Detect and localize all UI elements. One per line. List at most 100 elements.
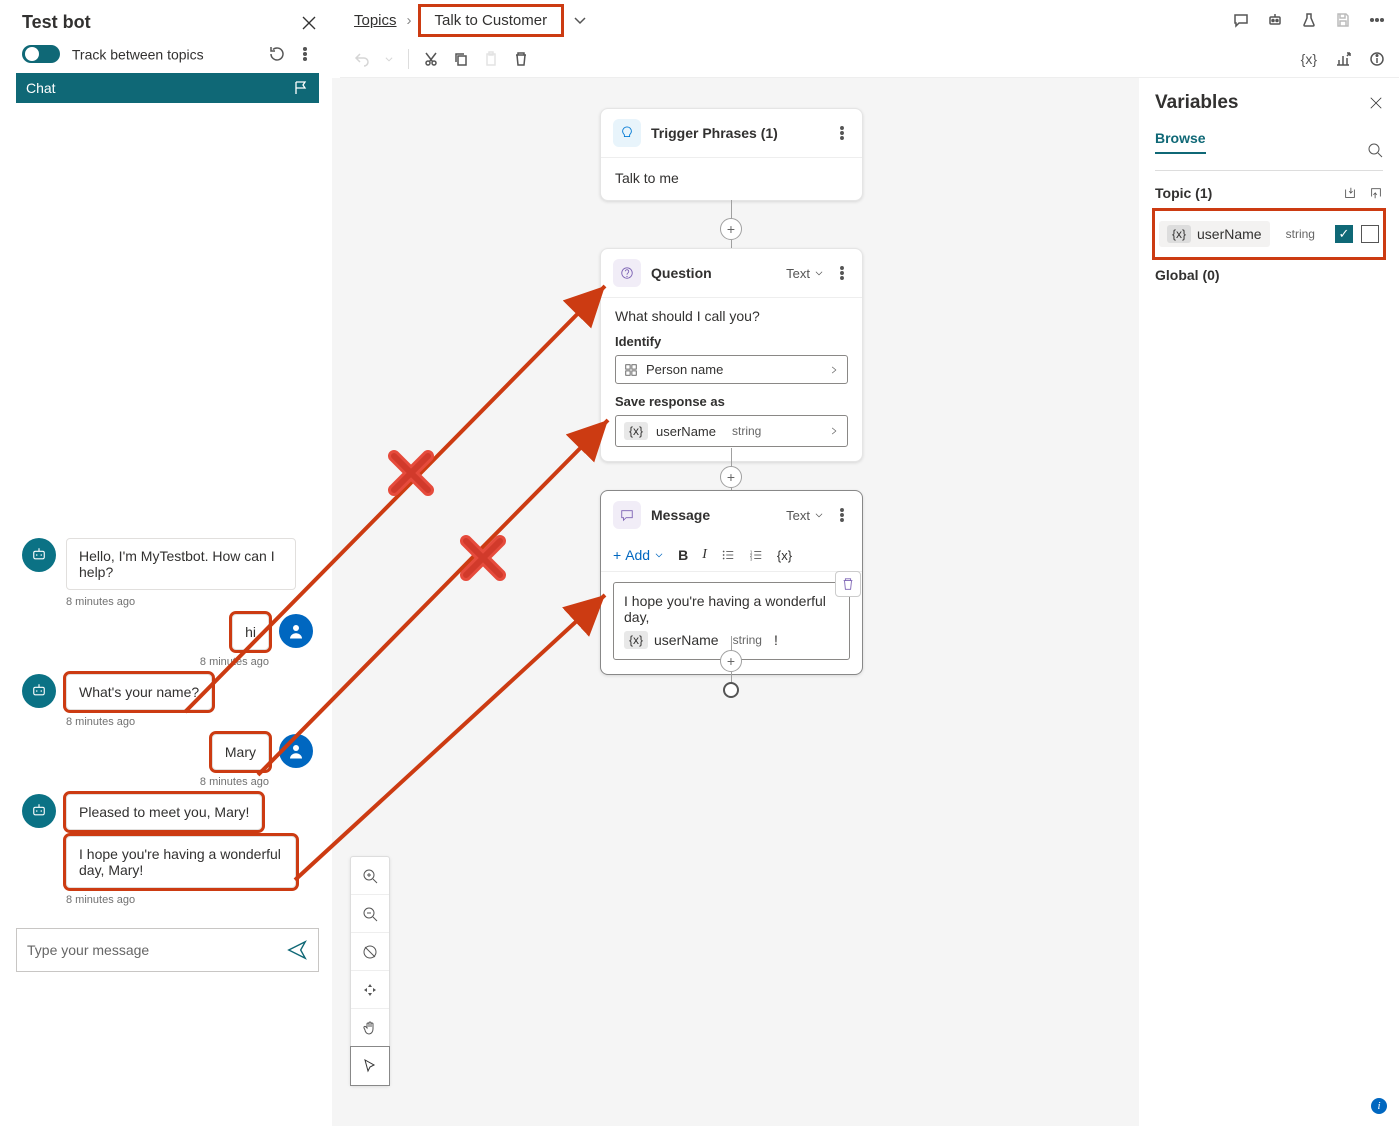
flag-icon[interactable] <box>293 80 309 96</box>
undo-dropdown-icon[interactable] <box>384 51 394 67</box>
variables-title: Variables <box>1155 92 1238 114</box>
variable-receive-checkbox[interactable]: ✓ <box>1335 225 1353 243</box>
bot-avatar-icon <box>22 538 56 572</box>
chevron-down-icon[interactable] <box>572 12 588 28</box>
zoom-fit-button[interactable] <box>351 933 389 971</box>
browse-tab[interactable]: Browse <box>1155 130 1206 154</box>
analytics-icon[interactable] <box>1335 51 1351 67</box>
track-toggle[interactable] <box>22 45 60 63</box>
variable-return-checkbox[interactable] <box>1361 225 1379 243</box>
entity-icon <box>624 363 638 377</box>
bot-message-block: Pleased to meet you, Mary! <box>22 794 313 830</box>
close-icon[interactable] <box>1369 96 1383 110</box>
breadcrumb-root[interactable]: Topics <box>354 12 397 29</box>
zoom-in-button[interactable] <box>351 857 389 895</box>
authoring-canvas[interactable]: Trigger Phrases (1) Talk to me + Questio… <box>332 78 1399 1126</box>
variable-brace-icon: {x} <box>624 631 648 649</box>
add-button[interactable]: + Add <box>613 547 664 563</box>
breadcrumb-current[interactable]: Talk to Customer <box>427 9 556 32</box>
test-bot-panel: Test bot Track between topics Chat Hello… <box>16 12 319 972</box>
question-icon <box>613 259 641 287</box>
bold-icon[interactable]: B <box>678 547 688 563</box>
trigger-node[interactable]: Trigger Phrases (1) Talk to me <box>600 108 863 201</box>
message-title: Message <box>651 507 710 523</box>
cut-icon[interactable] <box>423 51 439 67</box>
receive-icon[interactable] <box>1343 186 1357 200</box>
search-icon[interactable] <box>1367 142 1383 158</box>
breadcrumb-bar: Topics › Talk to Customer <box>340 0 1399 40</box>
number-list-icon[interactable]: 123 <box>749 548 763 562</box>
info-icon[interactable] <box>1369 51 1385 67</box>
zoom-out-button[interactable] <box>351 895 389 933</box>
question-type-selector[interactable]: Text <box>786 266 824 281</box>
bot-icon[interactable] <box>1267 12 1283 28</box>
return-icon[interactable] <box>1369 186 1383 200</box>
variable-row[interactable]: {x} userName string ✓ <box>1157 215 1381 253</box>
reset-icon[interactable] <box>269 46 285 62</box>
bot-message-block: I hope you're having a wonderful day, Ma… <box>22 836 313 906</box>
zoom-palette <box>350 856 390 1086</box>
user-avatar-icon <box>279 614 313 648</box>
reset-view-button[interactable] <box>351 971 389 1009</box>
delete-icon[interactable] <box>513 51 529 67</box>
message-type-selector[interactable]: Text <box>786 508 824 523</box>
bullet-list-icon[interactable] <box>721 548 735 562</box>
track-label: Track between topics <box>72 46 204 62</box>
identify-input[interactable]: Person name <box>615 355 848 384</box>
undo-icon[interactable] <box>354 51 370 67</box>
chat-body: Hello, I'm MyTestbot. How can I help? 8 … <box>16 103 319 972</box>
global-section-label: Global (0) <box>1155 267 1383 283</box>
save-icon[interactable] <box>1335 12 1351 28</box>
add-node-button[interactable]: + <box>720 466 742 488</box>
bot-message[interactable]: Hello, I'm MyTestbot. How can I help? <box>66 538 296 590</box>
end-node-icon <box>723 682 739 698</box>
chat-input[interactable]: Type your message <box>16 928 319 972</box>
svg-text:3: 3 <box>750 556 753 561</box>
trigger-phrase: Talk to me <box>615 170 679 186</box>
variable-brace-icon: {x} <box>624 422 648 440</box>
bot-message[interactable]: I hope you're having a wonderful day, Ma… <box>66 836 296 888</box>
more-vertical-icon[interactable] <box>834 125 850 141</box>
timestamp: 8 minutes ago <box>66 776 269 788</box>
add-node-button[interactable]: + <box>720 218 742 240</box>
send-icon[interactable] <box>286 939 308 961</box>
user-avatar-icon <box>279 734 313 768</box>
close-icon[interactable] <box>301 15 317 31</box>
user-message[interactable]: Mary <box>212 734 269 770</box>
info-badge-icon[interactable]: i <box>1371 1098 1387 1114</box>
question-node[interactable]: Question Text What should I call you? Id… <box>600 248 863 462</box>
delete-message-button[interactable] <box>835 571 861 597</box>
copy-icon[interactable] <box>453 51 469 67</box>
bot-message-block: Hello, I'm MyTestbot. How can I help? 8 … <box>22 538 313 608</box>
more-vertical-icon[interactable] <box>834 265 850 281</box>
insert-variable-icon[interactable]: {x} <box>777 548 792 563</box>
comment-icon[interactable] <box>1233 12 1249 28</box>
save-variable-input[interactable]: {x} userName string <box>615 415 848 447</box>
italic-icon[interactable]: I <box>702 547 707 563</box>
trigger-title: Trigger Phrases (1) <box>651 125 778 141</box>
more-horizontal-icon[interactable] <box>1369 12 1385 28</box>
bot-avatar-icon <box>22 674 56 708</box>
annotation-x-icon <box>388 450 434 496</box>
variables-panel: Variables Browse Topic (1) {x} userName … <box>1139 78 1399 1126</box>
test-bot-title: Test bot <box>22 12 91 33</box>
bot-message[interactable]: Pleased to meet you, Mary! <box>66 794 262 830</box>
bot-avatar-icon <box>22 794 56 828</box>
paste-icon[interactable] <box>483 51 499 67</box>
variable-brace-icon[interactable]: {x} <box>1301 51 1317 67</box>
timestamp: 8 minutes ago <box>66 596 313 608</box>
more-vertical-icon[interactable] <box>834 507 850 523</box>
user-message[interactable]: hi <box>232 614 269 650</box>
chevron-right-icon <box>829 426 839 436</box>
timestamp: 8 minutes ago <box>66 716 313 728</box>
message-icon <box>613 501 641 529</box>
trigger-icon <box>613 119 641 147</box>
timestamp: 8 minutes ago <box>66 656 269 668</box>
pan-button[interactable] <box>351 1009 389 1047</box>
flask-icon[interactable] <box>1301 12 1317 28</box>
select-button[interactable] <box>351 1047 389 1085</box>
bot-message[interactable]: What's your name? <box>66 674 212 710</box>
chat-tab[interactable]: Chat <box>16 73 319 103</box>
more-vertical-icon[interactable] <box>297 46 313 62</box>
add-node-button[interactable]: + <box>720 650 742 672</box>
